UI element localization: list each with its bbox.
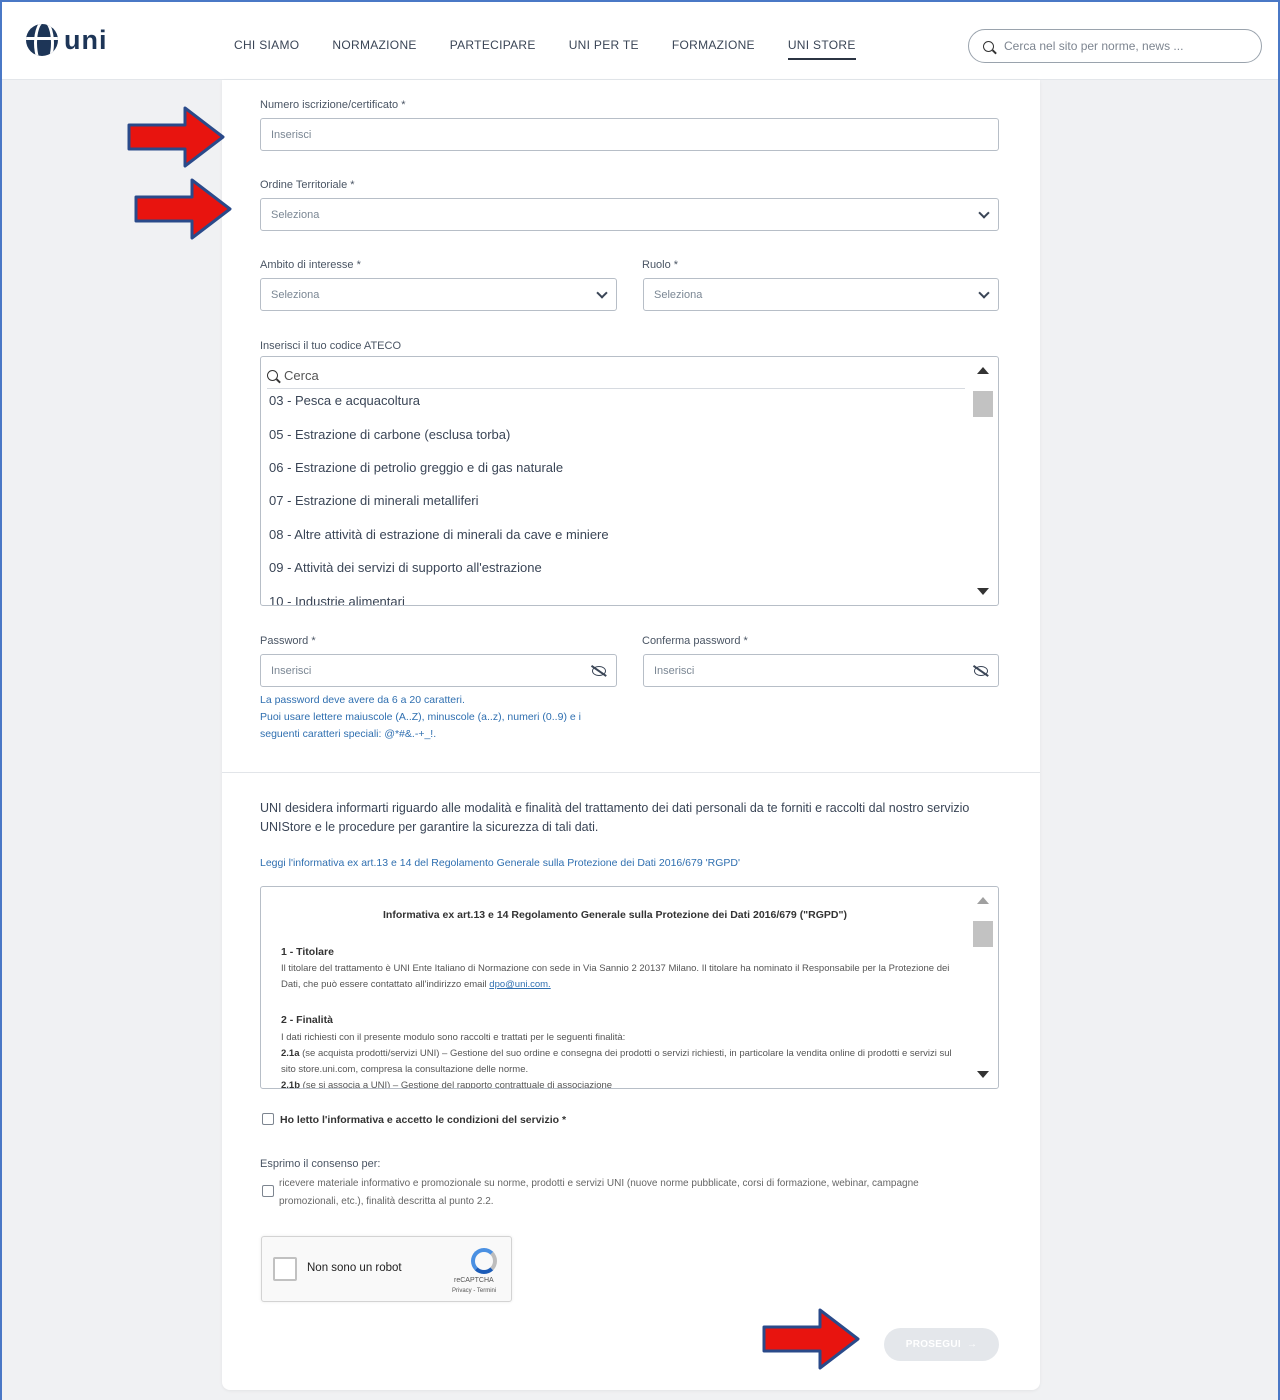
ruolo-select[interactable]: Seleziona bbox=[643, 278, 999, 311]
privacy-policy-link[interactable]: Leggi l'informativa ex art.13 e 14 del R… bbox=[260, 857, 740, 869]
uni-logo[interactable]: uni bbox=[26, 24, 108, 56]
privacy-policy-box[interactable]: Informativa ex art.13 e 14 Regolamento G… bbox=[260, 886, 999, 1089]
ambito-select[interactable]: Seleziona bbox=[260, 278, 617, 311]
eye-slash-icon[interactable] bbox=[592, 665, 606, 676]
confirm-password-placeholder: Inserisci bbox=[654, 664, 695, 677]
scroll-down-icon[interactable] bbox=[977, 1071, 989, 1078]
marketing-consent-checkbox[interactable] bbox=[262, 1185, 274, 1197]
chevron-down-icon bbox=[978, 206, 990, 219]
ateco-scrollbar[interactable] bbox=[972, 359, 994, 603]
ordine-label: Ordine Territoriale * bbox=[260, 179, 355, 191]
scroll-up-icon[interactable] bbox=[977, 367, 989, 374]
ateco-search[interactable]: Cerca bbox=[267, 363, 965, 389]
site-search[interactable] bbox=[968, 29, 1262, 63]
scroll-thumb[interactable] bbox=[973, 921, 993, 947]
policy-section-heading: 1 - Titolare bbox=[281, 946, 334, 958]
privacy-intro: UNI desidera informarti riguardo alle mo… bbox=[260, 801, 970, 834]
scroll-up-icon[interactable] bbox=[977, 897, 989, 904]
recaptcha-label: Non sono un robot bbox=[307, 1262, 402, 1274]
policy-section-text: 2.1b (se si associa a UNI) – Gestione de… bbox=[281, 1078, 961, 1089]
password-placeholder: Inserisci bbox=[271, 664, 312, 677]
policy-section-text: I dati richiesti con il presente modulo … bbox=[281, 1032, 626, 1043]
nav-uni-store[interactable]: UNI STORE bbox=[787, 38, 856, 60]
globe-icon bbox=[26, 24, 58, 56]
ateco-listbox[interactable]: Cerca 03 - Pesca e acquacoltura 05 - Est… bbox=[260, 356, 999, 606]
ruolo-value: Seleziona bbox=[654, 288, 703, 301]
ateco-option[interactable]: 08 - Altre attività di estrazione di min… bbox=[269, 527, 609, 542]
site-search-input[interactable] bbox=[1004, 39, 1214, 53]
policy-title: Informativa ex art.13 e 14 Regolamento G… bbox=[383, 909, 847, 921]
prosegui-button[interactable]: PROSEGUI → bbox=[884, 1328, 999, 1361]
numero-label: Numero iscrizione/certificato * bbox=[260, 99, 406, 111]
scroll-thumb[interactable] bbox=[973, 391, 993, 417]
chevron-down-icon bbox=[978, 286, 990, 299]
policy-section-text: 2.1a (se acquista prodotti/servizi UNI) … bbox=[281, 1046, 961, 1078]
ordine-select[interactable]: Seleziona bbox=[260, 198, 999, 231]
top-navigation-bar: uni CHI SIAMO NORMAZIONE PARTECIPARE UNI… bbox=[2, 2, 1278, 80]
policy-section-text: Il titolare del trattamento è UNI Ente I… bbox=[281, 961, 961, 993]
logo-text: uni bbox=[64, 24, 108, 55]
ateco-label: Inserisci il tuo codice ATECO bbox=[260, 340, 402, 352]
ateco-search-placeholder: Cerca bbox=[284, 368, 319, 383]
search-icon bbox=[983, 40, 994, 52]
ateco-option[interactable]: 05 - Estrazione di carbone (esclusa torb… bbox=[269, 427, 510, 442]
ateco-option[interactable]: 06 - Estrazione di petrolio greggio e di… bbox=[269, 460, 563, 475]
ordine-value: Seleziona bbox=[271, 208, 320, 221]
arrow-right-icon: → bbox=[966, 1339, 978, 1350]
nav-normazione[interactable]: NORMAZIONE bbox=[332, 38, 416, 60]
dpo-email-link[interactable]: dpo@uni.com. bbox=[489, 979, 550, 990]
annotation-arrow-icon bbox=[134, 178, 232, 240]
recaptcha-logo-icon bbox=[468, 1247, 497, 1274]
chevron-down-icon bbox=[596, 286, 608, 299]
policy-section-heading: 2 - Finalità bbox=[281, 1014, 333, 1026]
policy-s1-text: Il titolare del trattamento è UNI Ente I… bbox=[281, 963, 950, 990]
ateco-option[interactable]: 03 - Pesca e acquacoltura bbox=[269, 393, 420, 408]
accept-terms-checkbox[interactable] bbox=[262, 1113, 274, 1125]
accept-terms-label: Ho letto l'informativa e accetto le cond… bbox=[280, 1114, 567, 1126]
recaptcha-checkbox[interactable] bbox=[273, 1257, 297, 1281]
main-nav: CHI SIAMO NORMAZIONE PARTECIPARE UNI PER… bbox=[234, 38, 856, 60]
nav-formazione[interactable]: FORMAZIONE bbox=[672, 38, 755, 60]
annotation-arrow-icon bbox=[127, 106, 225, 168]
eye-slash-icon[interactable] bbox=[974, 665, 988, 676]
policy-scrollbar[interactable] bbox=[972, 889, 994, 1086]
numero-input[interactable]: Inserisci bbox=[260, 118, 999, 151]
policy-s21a-text: (se acquista prodotti/servizi UNI) – Ges… bbox=[281, 1048, 952, 1075]
policy-s21b-text: (se si associa a UNI) – Gestione del rap… bbox=[302, 1080, 613, 1089]
consent-heading: Esprimo il consenso per: bbox=[260, 1158, 381, 1170]
confirm-password-label: Conferma password * bbox=[642, 635, 748, 647]
registration-card: Numero iscrizione/certificato * Inserisc… bbox=[222, 80, 1040, 1390]
nav-partecipare[interactable]: PARTECIPARE bbox=[450, 38, 536, 60]
policy-s21a-label: 2.1a bbox=[281, 1048, 300, 1059]
section-divider bbox=[222, 772, 1040, 773]
recaptcha-widget: Non sono un robot reCAPTCHA Privacy - Te… bbox=[261, 1236, 512, 1302]
nav-chi-siamo[interactable]: CHI SIAMO bbox=[234, 38, 299, 60]
ambito-label: Ambito di interesse * bbox=[260, 259, 361, 271]
confirm-password-input[interactable]: Inserisci bbox=[643, 654, 999, 687]
policy-s21b-label: 2.1b bbox=[281, 1080, 301, 1089]
ambito-value: Seleziona bbox=[271, 288, 320, 301]
annotation-arrow-icon bbox=[762, 1308, 860, 1370]
marketing-consent-text: ricevere materiale informativo e promozi… bbox=[279, 1178, 919, 1207]
ateco-option[interactable]: 10 - Industrie alimentari bbox=[269, 594, 405, 605]
password-input[interactable]: Inserisci bbox=[260, 654, 617, 687]
ateco-option[interactable]: 07 - Estrazione di minerali metalliferi bbox=[269, 493, 479, 508]
ateco-option[interactable]: 09 - Attività dei servizi di supporto al… bbox=[269, 560, 542, 575]
ruolo-label: Ruolo * bbox=[642, 259, 679, 271]
password-label: Password * bbox=[260, 635, 316, 647]
recaptcha-terms[interactable]: Privacy - Termini bbox=[452, 1288, 496, 1294]
password-hint-line: Puoi usare lettere maiuscole (A..Z), min… bbox=[260, 711, 581, 740]
numero-placeholder: Inserisci bbox=[271, 128, 312, 141]
password-hint: La password deve avere da 6 a 20 caratte… bbox=[260, 692, 620, 743]
nav-uni-per-te[interactable]: UNI PER TE bbox=[569, 38, 639, 60]
prosegui-label: PROSEGUI bbox=[905, 1339, 961, 1350]
scroll-down-icon[interactable] bbox=[977, 588, 989, 595]
recaptcha-brand: reCAPTCHA bbox=[454, 1277, 494, 1284]
password-hint-line: La password deve avere da 6 a 20 caratte… bbox=[260, 694, 465, 706]
search-icon bbox=[267, 370, 278, 381]
